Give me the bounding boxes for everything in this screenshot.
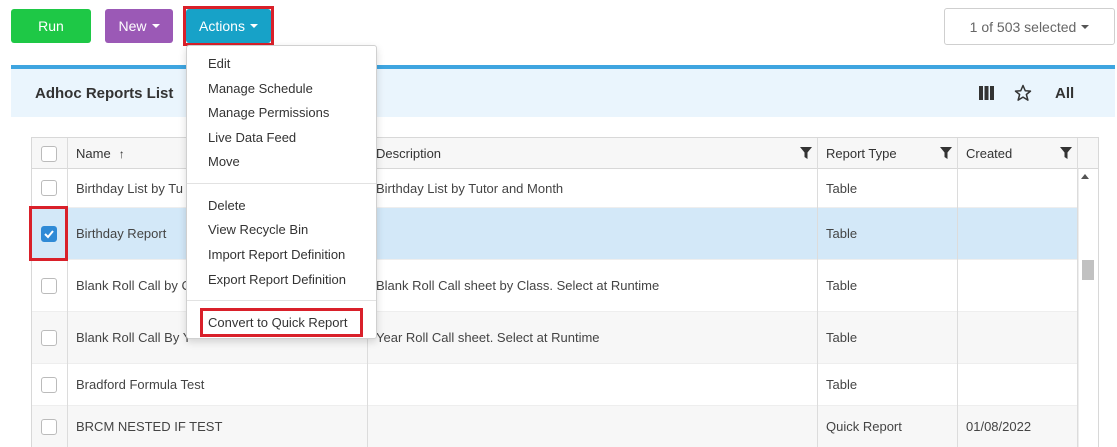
- cell-description: [376, 406, 816, 447]
- column-separator: [67, 138, 68, 447]
- selection-count-dropdown[interactable]: 1 of 503 selected: [944, 8, 1115, 45]
- cell-name: BRCM NESTED IF TEST: [76, 419, 223, 434]
- cell-report-type: Table: [826, 278, 858, 293]
- table-row[interactable]: BRCM NESTED IF TEST Quick Report 01/08/2…: [32, 406, 1078, 447]
- panel-header: Adhoc Reports List All: [11, 69, 1115, 117]
- menu-item-export-report-definition[interactable]: Export Report Definition: [208, 272, 346, 287]
- check-icon: [44, 230, 54, 239]
- scrollbar-thumb[interactable]: [1082, 260, 1094, 280]
- column-separator: [817, 138, 818, 447]
- all-filter-label[interactable]: All: [1055, 85, 1074, 102]
- scroll-up-icon[interactable]: [1081, 174, 1089, 179]
- cell-report-type: Quick Report: [826, 419, 902, 434]
- cell-report-type: Table: [826, 180, 858, 196]
- sort-ascending-icon: ↑: [118, 146, 125, 161]
- caret-down-icon: [1081, 24, 1090, 29]
- vertical-scrollbar[interactable]: [1078, 169, 1098, 447]
- select-all-checkbox[interactable]: [41, 146, 57, 162]
- column-separator: [957, 138, 958, 447]
- table-row[interactable]: Bradford Formula Test Table: [32, 364, 1078, 406]
- menu-divider: [187, 183, 376, 184]
- cell-description: Blank Roll Call sheet by Class. Select a…: [376, 278, 660, 293]
- row-checkbox[interactable]: [41, 330, 57, 346]
- cell-description: Year Roll Call sheet. Select at Runtime: [376, 330, 600, 345]
- menu-item-convert-to-quick-report[interactable]: Convert to Quick Report: [208, 315, 347, 330]
- menu-item-manage-schedule[interactable]: Manage Schedule: [208, 81, 313, 96]
- cell-report-type: Table: [826, 226, 858, 241]
- actions-menu: Edit Manage Schedule Manage Permissions …: [186, 45, 377, 339]
- menu-item-edit[interactable]: Edit: [208, 56, 230, 71]
- cell-report-type: Table: [826, 377, 858, 392]
- menu-item-live-data-feed[interactable]: Live Data Feed: [208, 130, 296, 145]
- column-header-created[interactable]: Created: [966, 138, 1012, 169]
- cell-description: [376, 208, 816, 259]
- filter-icon[interactable]: [800, 147, 812, 159]
- menu-item-delete[interactable]: Delete: [208, 198, 246, 213]
- menu-item-import-report-definition[interactable]: Import Report Definition: [208, 247, 345, 262]
- filter-icon[interactable]: [940, 147, 952, 159]
- cell-description: Birthday List by Tutor and Month: [376, 180, 564, 196]
- cell-name: Bradford Formula Test: [76, 377, 205, 392]
- menu-item-manage-permissions[interactable]: Manage Permissions: [208, 105, 329, 120]
- panel-title: Adhoc Reports List: [35, 85, 174, 102]
- row-checkbox[interactable]: [41, 419, 57, 435]
- menu-item-view-recycle-bin[interactable]: View Recycle Bin: [208, 222, 308, 237]
- row-checkbox[interactable]: [41, 377, 57, 393]
- row-checkbox[interactable]: [41, 278, 57, 294]
- filter-icon[interactable]: [1060, 147, 1072, 159]
- cell-description: [376, 364, 816, 405]
- run-button[interactable]: Run: [11, 9, 91, 43]
- row-checkbox[interactable]: [41, 180, 57, 196]
- caret-down-icon: [151, 24, 160, 28]
- columns-icon[interactable]: [979, 86, 994, 100]
- column-header-name[interactable]: Name ↑: [76, 138, 125, 169]
- actions-button[interactable]: Actions: [186, 9, 271, 43]
- row-checkbox[interactable]: [41, 226, 57, 242]
- caret-down-icon: [249, 24, 258, 28]
- cell-created: 01/08/2022: [966, 419, 1032, 434]
- column-header-description[interactable]: Description: [376, 138, 441, 169]
- menu-item-move[interactable]: Move: [208, 154, 240, 169]
- column-header-report-type[interactable]: Report Type: [826, 138, 897, 169]
- menu-divider: [187, 300, 376, 301]
- star-icon[interactable]: [1014, 84, 1032, 102]
- cell-report-type: Table: [826, 330, 858, 345]
- new-button[interactable]: New: [105, 9, 173, 43]
